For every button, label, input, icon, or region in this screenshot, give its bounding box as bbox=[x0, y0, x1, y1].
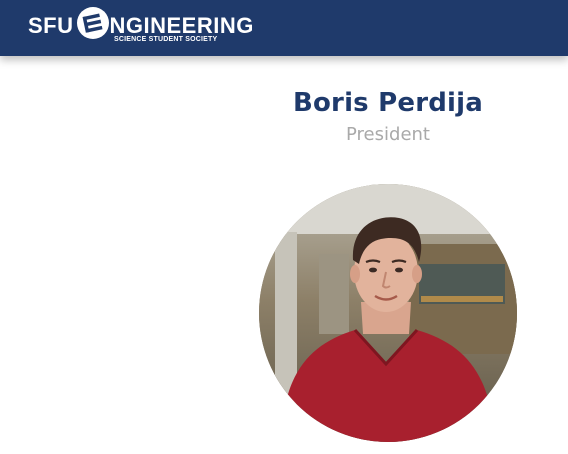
logo-engineering-text: NGINEERING bbox=[109, 13, 254, 38]
portrait-illustration bbox=[259, 184, 517, 442]
member-role: President bbox=[346, 124, 430, 145]
logo-e-badge-icon bbox=[76, 7, 109, 39]
logo-sfu-text: SFU bbox=[28, 13, 74, 38]
member-name: Boris Perdija bbox=[292, 88, 484, 118]
site-header: SFU NGINEERING SCIENCE STUDENT SOCIETY bbox=[0, 0, 568, 56]
portrait-photo bbox=[259, 184, 517, 442]
profile-card: Boris Perdija President bbox=[248, 88, 528, 145]
logo-subtitle: SCIENCE STUDENT SOCIETY bbox=[114, 36, 218, 43]
